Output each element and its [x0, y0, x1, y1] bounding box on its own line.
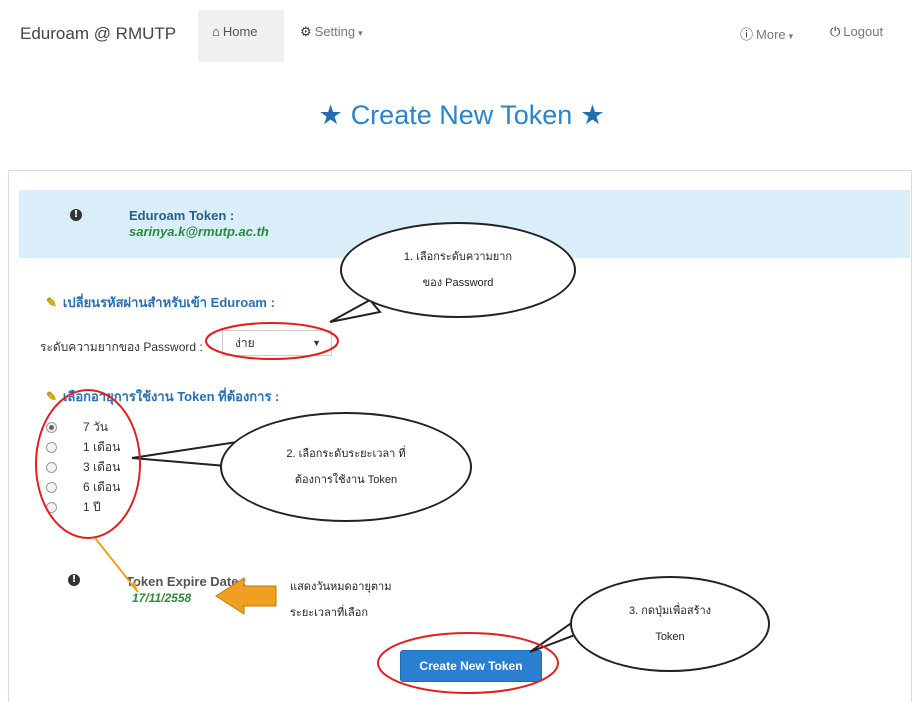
radio[interactable]	[46, 502, 57, 514]
token-title: Eduroam Token :	[129, 208, 235, 223]
info-circle-icon: ⓘ	[740, 27, 754, 42]
password-level-value: ง่าย	[235, 336, 255, 350]
expire-note-line: แสดงวันหมดอายุตาม	[290, 581, 392, 593]
chevron-down-icon: ▼	[312, 338, 321, 348]
token-email: sarinya.k@rmutp.ac.th	[129, 224, 269, 239]
callout-bubble-1: 1. เลือกระดับความยาก ของ Password	[340, 222, 576, 318]
nav-setting[interactable]: ⚙ Setting ▾	[300, 24, 363, 40]
nav-setting-label: Setting	[314, 24, 356, 39]
nav-more[interactable]: ⓘ More ▾	[740, 24, 793, 43]
duration-option-7d[interactable]: 7 วัน	[46, 418, 108, 438]
duration-option-label: 6 เดือน	[83, 480, 121, 494]
expire-note-line: ระยะเวลาที่เลือก	[290, 607, 369, 619]
nav-logout[interactable]: ⏻ Logout	[830, 24, 883, 40]
create-new-token-button[interactable]: Create New Token	[400, 650, 542, 682]
power-icon: ⏻	[830, 24, 841, 39]
expire-date-title: Token Expire Date :	[126, 574, 247, 589]
radio[interactable]	[46, 482, 57, 494]
nav-more-label: More	[756, 27, 786, 42]
pencil-icon: ✎	[46, 295, 57, 310]
duration-option-label: 1 ปี	[83, 500, 101, 514]
duration-option-1m[interactable]: 1 เดือน	[46, 438, 120, 458]
password-section-heading: ✎ เปลี่ยนรหัสผ่านสำหรับเข้า Eduroam :	[46, 292, 275, 313]
callout-text: Token	[655, 631, 685, 643]
radio[interactable]	[46, 442, 57, 454]
duration-option-3m[interactable]: 3 เดือน	[46, 458, 120, 478]
callout-text: ของ Password	[422, 277, 494, 289]
gear-icon: ⚙	[300, 24, 312, 39]
duration-heading-text: เลือกอายุการใช้งาน Token ที่ต้องการ :	[62, 389, 280, 404]
star-icon: ★	[318, 100, 343, 130]
info-icon: !	[70, 209, 82, 221]
brand-link[interactable]: Eduroam @ RMUTP	[20, 24, 176, 44]
callout-bubble-3: 3. กดปุ่มเพื่อสร้าง Token	[570, 576, 770, 672]
nav-home[interactable]: ⌂ Home	[198, 10, 284, 62]
duration-section-heading: ✎ เลือกอายุการใช้งาน Token ที่ต้องการ :	[46, 386, 279, 407]
duration-option-6m[interactable]: 6 เดือน	[46, 478, 120, 498]
password-level-label: ระดับความยากของ Password :	[40, 340, 203, 354]
callout-text: 1. เลือกระดับความยาก	[403, 251, 513, 263]
callout-bubble-2: 2. เลือกระดับระยะเวลา ที่ ต้องการใช้งาน …	[220, 412, 472, 522]
page-title: ★ Create New Token ★	[0, 100, 923, 131]
caret-down-icon: ▾	[358, 28, 363, 38]
caret-down-icon: ▾	[788, 31, 794, 41]
nav-home-label: Home	[222, 24, 258, 39]
home-icon: ⌂	[212, 24, 220, 39]
page-title-text: Create New Token	[350, 100, 573, 130]
password-heading-text: เปลี่ยนรหัสผ่านสำหรับเข้า Eduroam :	[62, 295, 275, 310]
duration-option-label: 3 เดือน	[83, 460, 121, 474]
expire-note: แสดงวันหมดอายุตาม ระยะเวลาที่เลือก	[290, 574, 391, 626]
password-level-select[interactable]: ง่าย ▼	[222, 330, 332, 356]
radio-checked[interactable]	[46, 422, 57, 434]
duration-option-1y[interactable]: 1 ปี	[46, 498, 101, 518]
callout-text: 3. กดปุ่มเพื่อสร้าง	[628, 605, 712, 617]
radio[interactable]	[46, 462, 57, 474]
info-icon: !	[68, 574, 80, 586]
nav-logout-label: Logout	[843, 24, 884, 39]
star-icon: ★	[580, 100, 605, 130]
pencil-icon: ✎	[46, 389, 57, 404]
callout-text: ต้องการใช้งาน Token	[294, 474, 398, 486]
duration-option-label: 1 เดือน	[83, 440, 121, 454]
expire-date-value: 17/11/2558	[132, 591, 192, 605]
duration-option-label: 7 วัน	[83, 420, 108, 434]
callout-text: 2. เลือกระดับระยะเวลา ที่	[286, 448, 406, 460]
